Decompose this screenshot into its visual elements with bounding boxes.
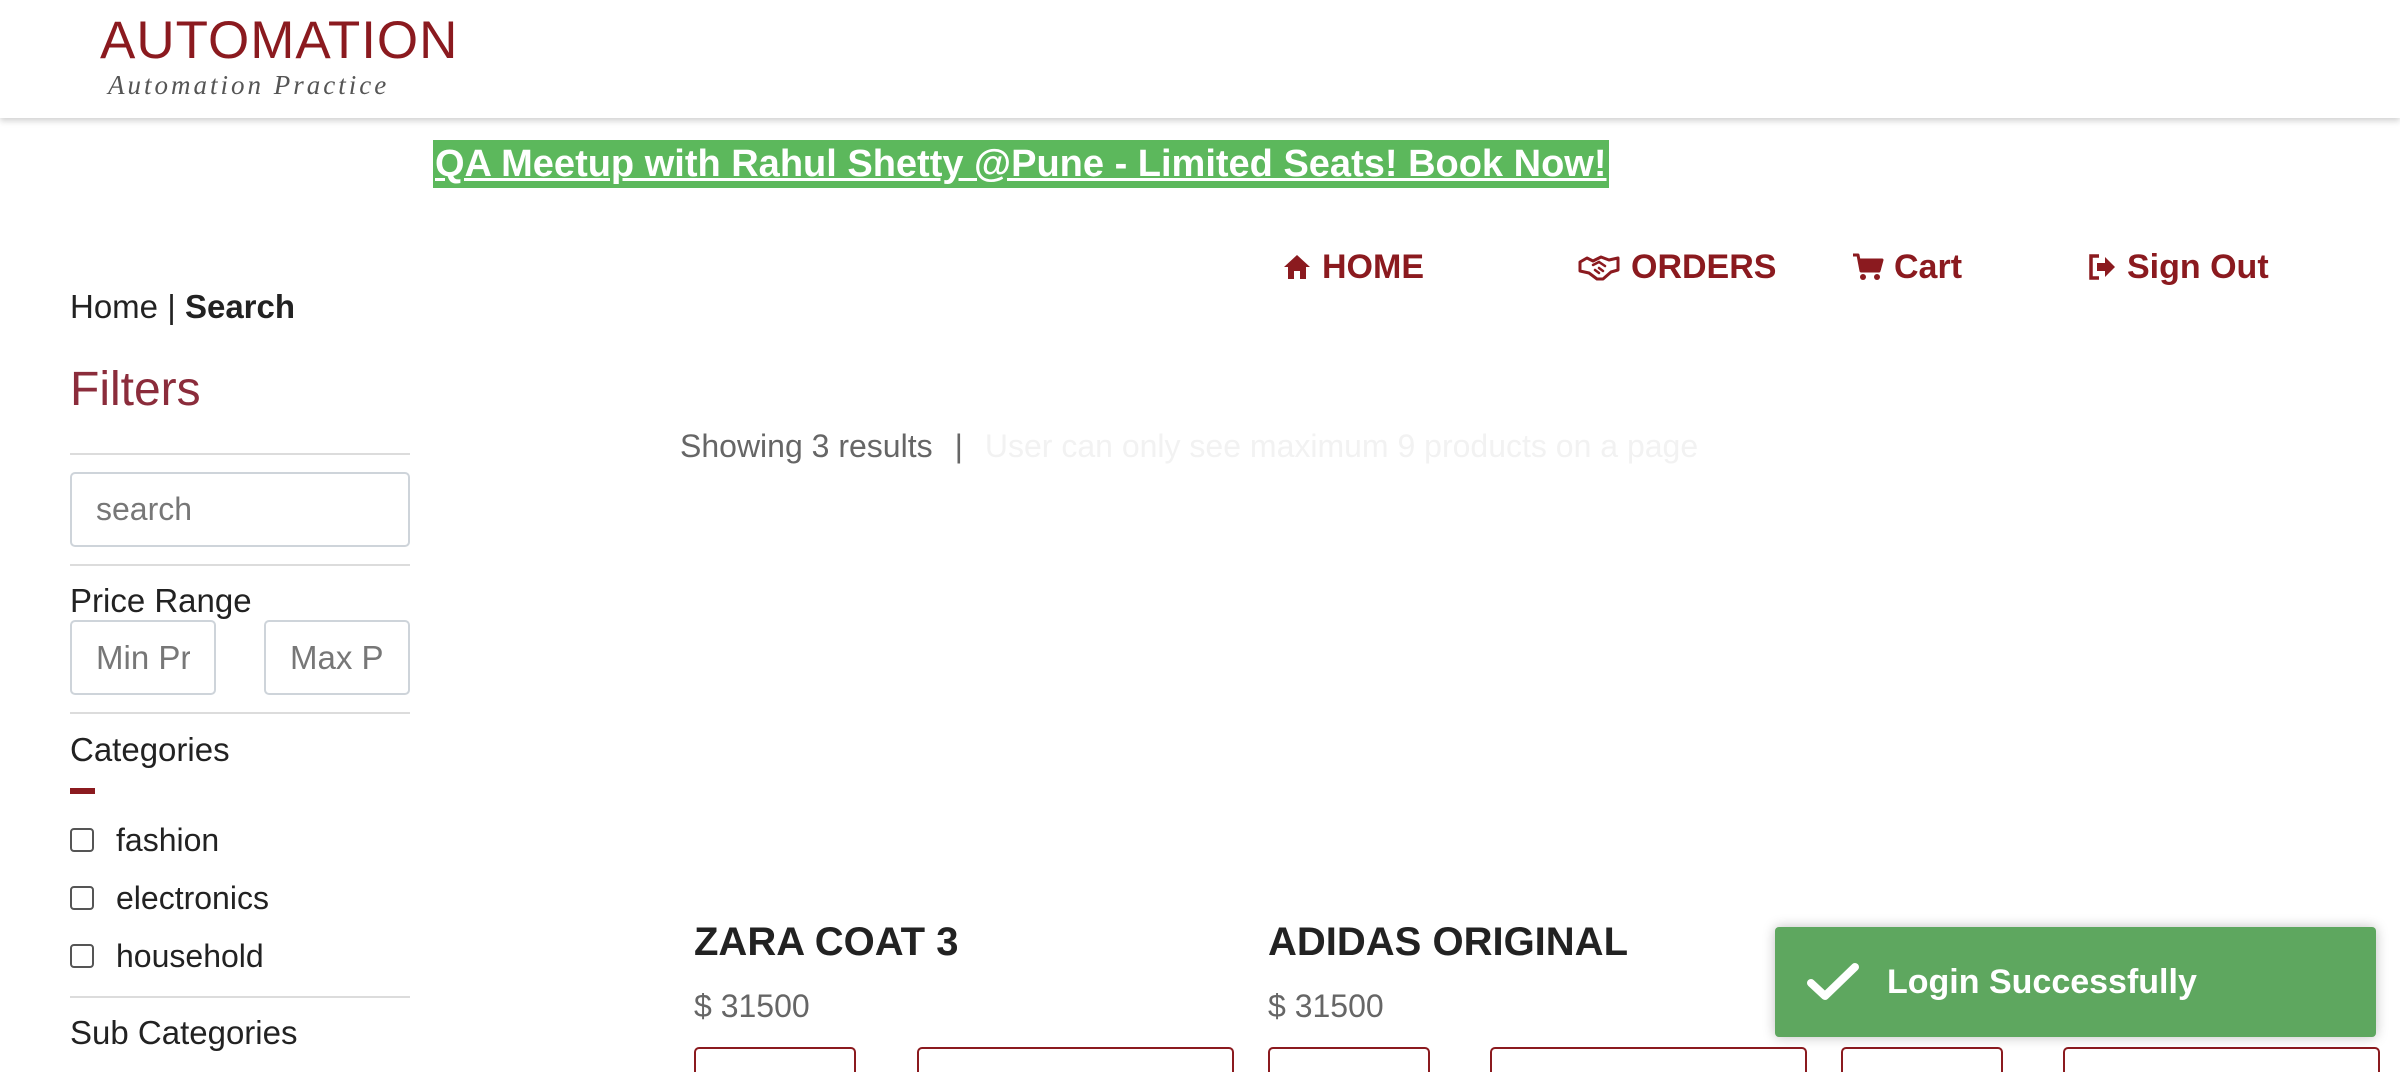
add-to-cart-button[interactable] — [2063, 1047, 2380, 1072]
add-to-cart-button[interactable] — [1490, 1047, 1807, 1072]
divider — [70, 564, 410, 566]
category-label: fashion — [116, 821, 220, 858]
categories-underline — [70, 788, 95, 794]
product-price: $ 31500 — [694, 988, 810, 1024]
sub-categories-label: Sub Categories — [70, 1014, 298, 1051]
breadcrumb-separator: | — [167, 288, 176, 325]
nav-orders-button[interactable]: ORDERS — [1577, 245, 1776, 289]
search-input[interactable] — [70, 472, 410, 547]
view-button[interactable] — [1268, 1047, 1430, 1072]
divider — [70, 996, 410, 998]
nav-cart-button[interactable]: Cart — [1852, 245, 1962, 289]
home-icon — [1284, 255, 1310, 279]
cart-icon — [1853, 253, 1884, 280]
category-label: household — [116, 937, 264, 974]
view-button[interactable] — [1841, 1047, 2003, 1072]
add-to-cart-button[interactable] — [917, 1047, 1234, 1072]
category-household[interactable]: household — [70, 936, 264, 976]
sign-out-icon — [2089, 254, 2115, 280]
nav-sign-out-button[interactable]: Sign Out — [2087, 245, 2269, 289]
category-electronics[interactable]: electronics — [70, 878, 269, 918]
product-name: ADIDAS ORIGINAL — [1268, 920, 1628, 964]
product-price: $ 31500 — [1268, 988, 1384, 1024]
filters-title: Filters — [70, 363, 201, 416]
breadcrumb-current: Search — [184, 288, 296, 325]
category-fashion[interactable]: fashion — [70, 820, 219, 860]
view-button[interactable] — [694, 1047, 856, 1072]
divider — [70, 453, 410, 455]
breadcrumb: Home | Search — [70, 288, 295, 326]
nav-sign-out-label: Sign Out — [2127, 247, 2269, 286]
results-separator: | — [954, 428, 963, 464]
electronics-checkbox[interactable] — [70, 886, 94, 910]
nav-orders-label: ORDERS — [1631, 247, 1777, 286]
promo-banner-link[interactable]: QA Meetup with Rahul Shetty @Pune - Limi… — [433, 140, 1609, 188]
logo-subtitle: Automation Practice — [108, 70, 390, 100]
logo-title[interactable]: AUTOMATION — [100, 10, 458, 71]
category-label: electronics — [116, 879, 269, 916]
results-summary: Showing 3 results | User can only see maxi… — [680, 428, 1698, 465]
nav-home-button[interactable]: HOME — [1282, 245, 1424, 289]
breadcrumb-home-link[interactable]: Home — [70, 288, 158, 325]
divider — [70, 712, 410, 714]
check-icon — [1807, 963, 1859, 1000]
results-max-note: User can only see maximum 9 products on … — [984, 428, 1699, 464]
categories-label: Categories — [70, 731, 230, 768]
nav-cart-label: Cart — [1894, 247, 1963, 286]
handshake-icon — [1578, 255, 1620, 281]
min-price-input[interactable] — [70, 620, 216, 695]
toast-message: Login Successfully — [1887, 962, 2197, 1001]
results-count: Showing 3 results — [680, 428, 933, 464]
login-success-toast[interactable]: Login Successfully — [1775, 927, 2376, 1037]
nav-home-label: HOME — [1322, 247, 1424, 286]
header-bar: AUTOMATION Automation Practice — [0, 0, 2400, 118]
price-range-label: Price Range — [70, 582, 252, 619]
max-price-input[interactable] — [264, 620, 410, 695]
fashion-checkbox[interactable] — [70, 828, 94, 852]
product-name: ZARA COAT 3 — [694, 920, 959, 964]
household-checkbox[interactable] — [70, 944, 94, 968]
